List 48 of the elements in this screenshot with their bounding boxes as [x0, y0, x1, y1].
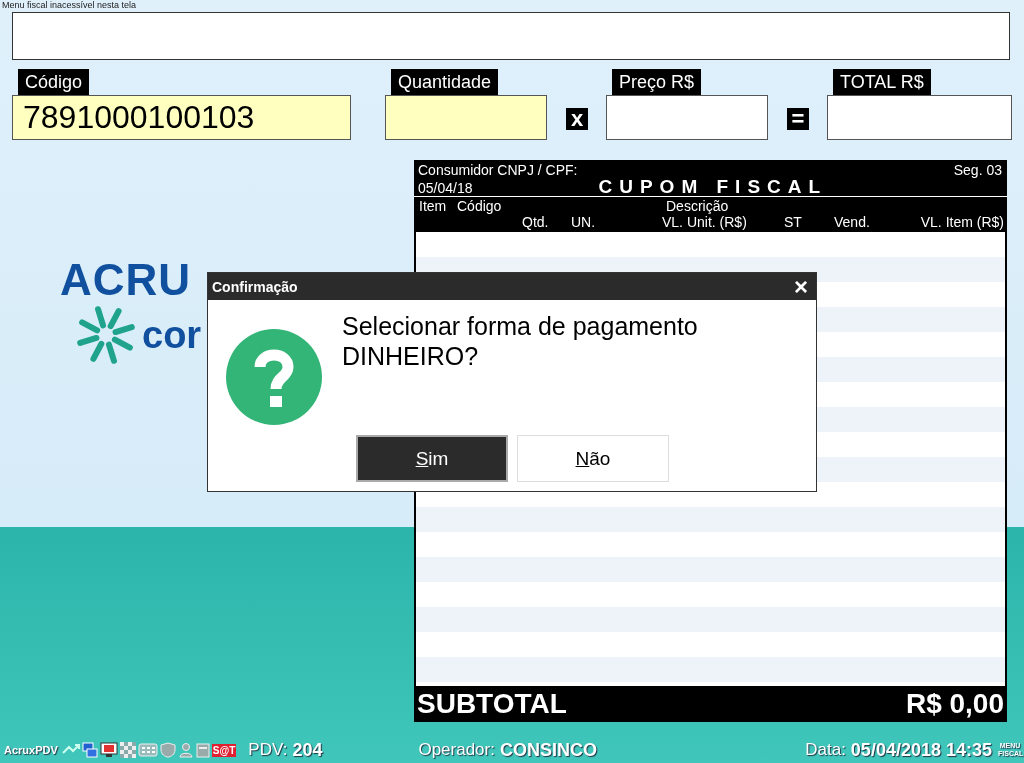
field-label: TOTAL R$ — [833, 69, 931, 95]
date-label: Data: — [805, 740, 846, 760]
dialog-button[interactable]: Não — [517, 435, 669, 482]
input-field[interactable] — [606, 95, 768, 140]
segment-text: Seg. 03 — [953, 162, 1002, 178]
subtotal-label: SUBTOTAL — [417, 688, 567, 720]
column-header: Qtd. — [522, 214, 550, 230]
date-time: 05/04/2018 14:35 — [850, 739, 992, 761]
operator-sign: x — [566, 108, 588, 130]
input-field[interactable]: 7891000100103 — [12, 95, 351, 140]
operator-name: CONSINCO — [499, 739, 597, 761]
column-header: Vend. — [834, 214, 871, 230]
person-icon[interactable] — [177, 742, 194, 758]
computer-icon[interactable] — [81, 742, 98, 758]
column-header: Item — [419, 198, 448, 214]
shield-icon[interactable] — [159, 742, 176, 758]
column-header: VL. Unit. (R$) — [662, 214, 748, 230]
sat-badge[interactable]: S@T — [211, 743, 237, 757]
notice-text: Menu fiscal inacessível nesta tela — [1, 0, 137, 10]
input-field[interactable] — [385, 95, 547, 140]
question-icon — [226, 329, 322, 425]
logo-text: cor — [142, 315, 202, 355]
monitor-icon[interactable] — [99, 742, 118, 758]
column-header: VL. Item (R$) — [920, 214, 1004, 230]
consumer-label: Consumidor CNPJ / CPF: — [418, 162, 578, 178]
operator-sign: = — [787, 108, 809, 130]
close-button[interactable]: × — [786, 274, 816, 299]
subtotal-value: R$ 0,00 — [905, 688, 1004, 720]
pdv-label: PDV: — [248, 740, 288, 760]
receipt-title: CUPOM FISCAL — [598, 178, 828, 196]
field-label: Preço R$ — [612, 69, 702, 95]
dialog-button[interactable]: Sim — [356, 435, 508, 482]
column-header: UN. — [571, 214, 597, 230]
checkered-icon[interactable] — [119, 742, 136, 758]
column-header: ST — [784, 214, 803, 230]
field-label: Quantidade — [391, 69, 499, 95]
dialog-message: Selecionar forma de pagamento DINHEIRO? — [342, 311, 699, 372]
receipt-date: 05/04/18 — [418, 179, 473, 197]
dialog-title: Confirmação — [212, 278, 298, 295]
pdv-number: 204 — [292, 739, 323, 761]
logo-text: ACRU — [60, 258, 192, 302]
column-header: Descrição — [666, 198, 730, 214]
keypad-icon[interactable] — [137, 742, 158, 758]
column-header: Código — [457, 198, 503, 214]
operator-label: Operador: — [418, 740, 495, 760]
field-label: Código — [18, 69, 90, 95]
starburst-icon — [74, 306, 138, 364]
input-field[interactable] — [827, 95, 1012, 140]
